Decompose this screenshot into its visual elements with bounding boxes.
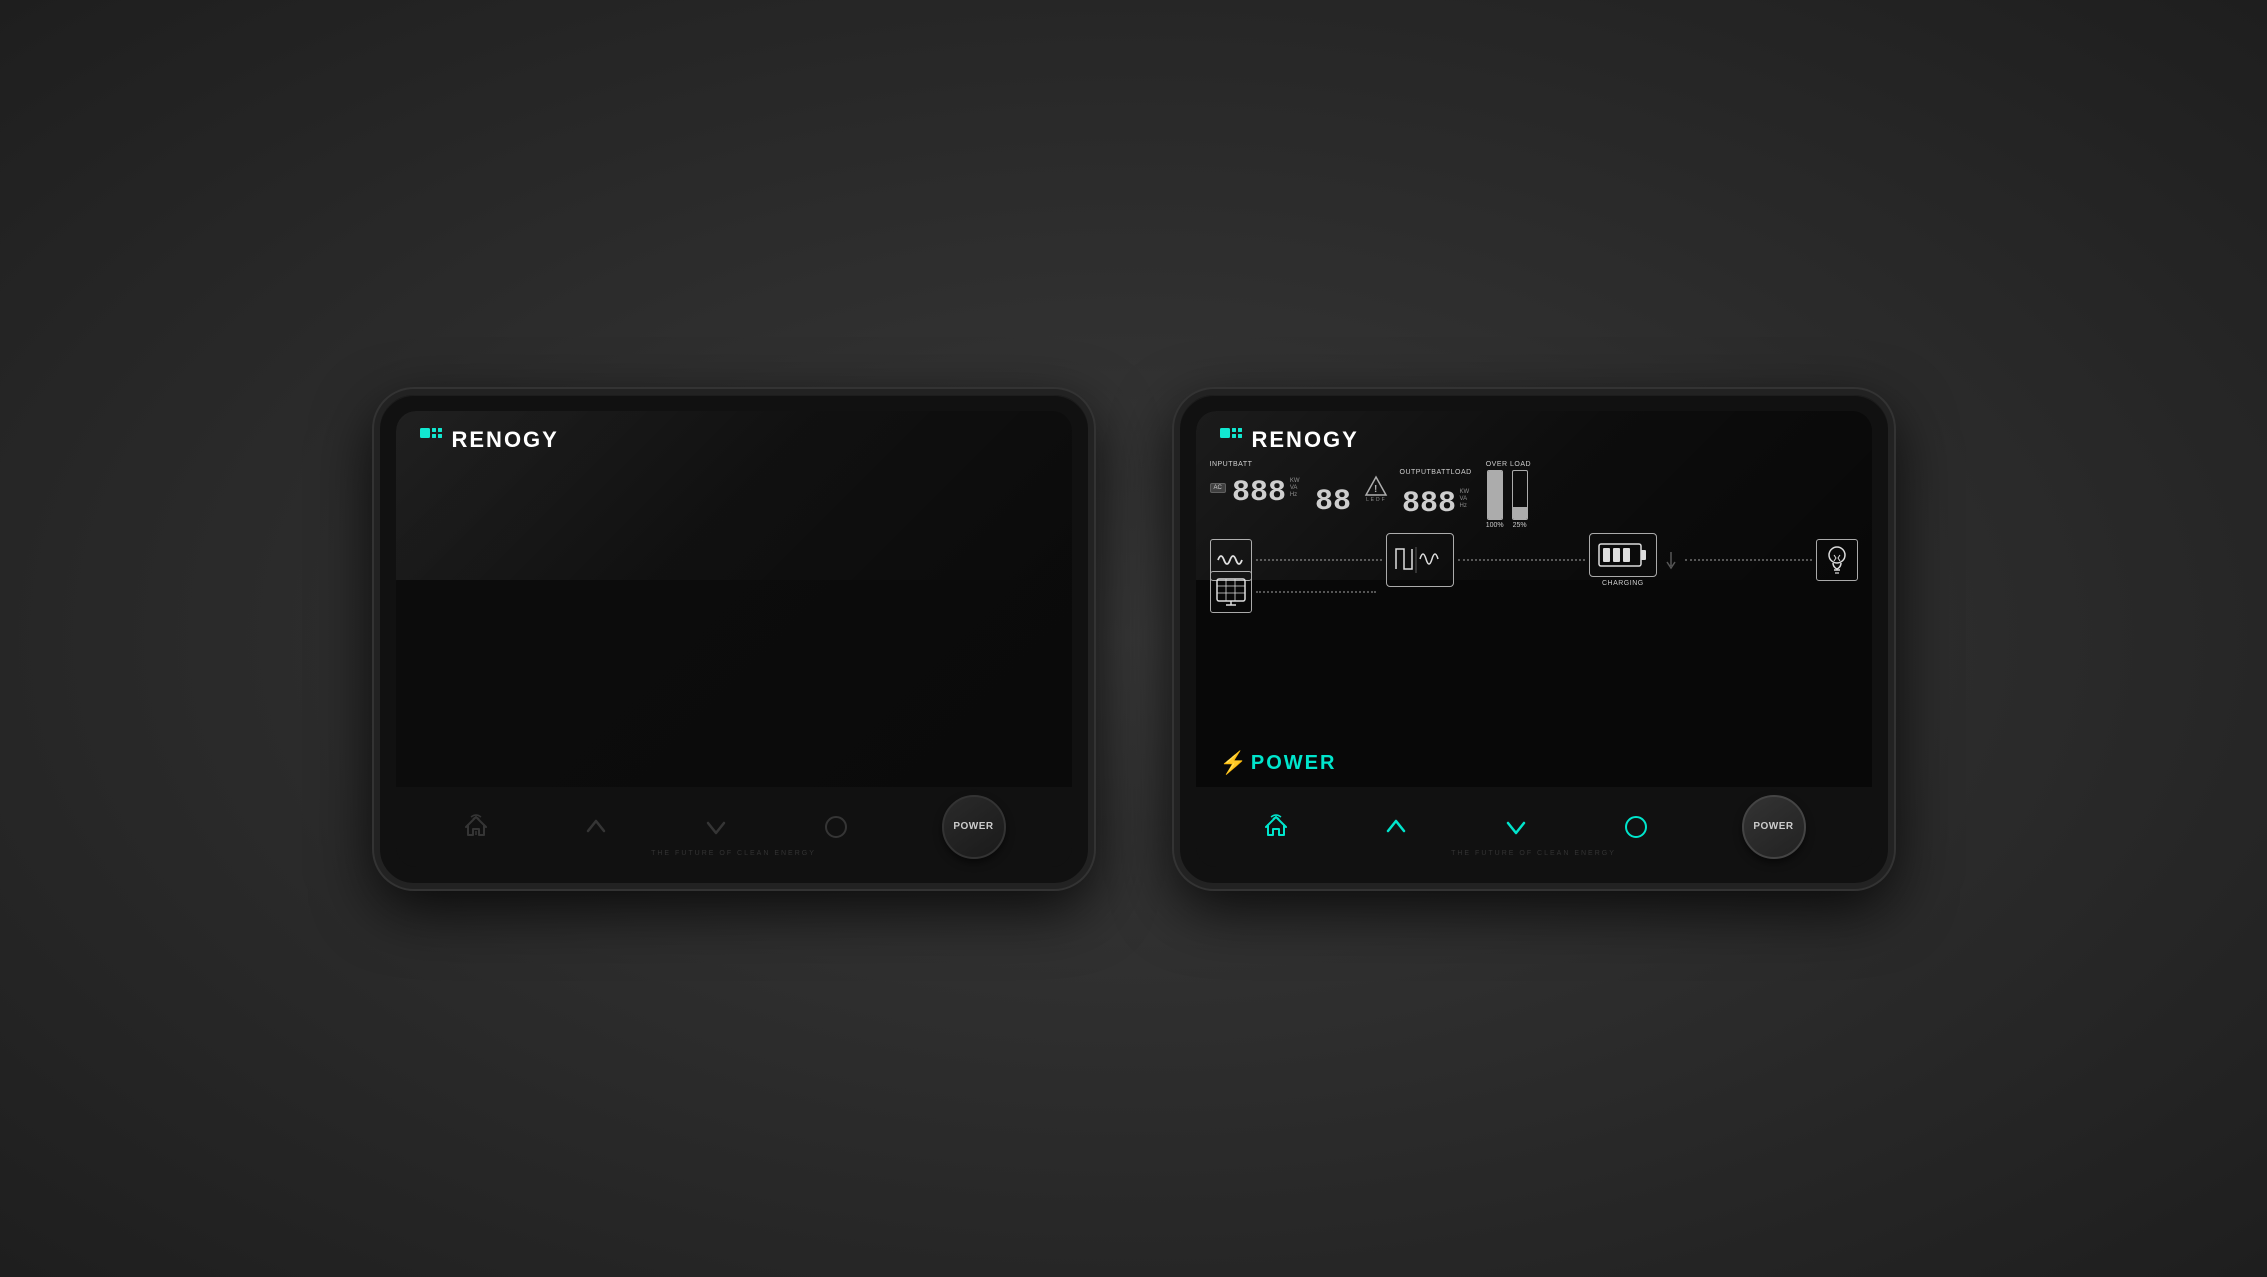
solar-icon	[1210, 571, 1252, 613]
inverter-svg	[1394, 541, 1446, 579]
overload-label: OVER LOAD	[1486, 461, 1531, 468]
logo-text-on: RENOGY	[1252, 427, 1359, 453]
solar-row	[1210, 563, 1858, 613]
warning-section: ! L E D F	[1364, 475, 1388, 503]
power-section: ⚡ POWER	[1220, 752, 1337, 775]
middle-digits-section: 88	[1314, 479, 1352, 515]
power-text: POWER	[1251, 752, 1337, 775]
overload-section: OVER LOAD 100%	[1486, 461, 1531, 529]
screen-on: RENOGY INPUTBATT AC	[1196, 411, 1872, 787]
flow-line-1	[1256, 559, 1383, 561]
svg-text:888: 888	[1232, 476, 1286, 506]
flow-arrow	[1665, 550, 1677, 570]
output-digits: 888	[1400, 481, 1456, 517]
flow-vertical	[1665, 550, 1677, 570]
power-bolt-icon: ⚡	[1220, 752, 1247, 774]
battery-icon	[1589, 533, 1657, 577]
bulb-svg	[1824, 544, 1850, 576]
device-on: RENOGY INPUTBATT AC	[1174, 389, 1894, 889]
svg-text:!: !	[1374, 484, 1377, 495]
inverter-icon	[1386, 533, 1454, 587]
input-label: INPUTBATT	[1210, 461, 1253, 468]
flow-line-3	[1685, 559, 1812, 561]
display-content: INPUTBATT AC 888	[1196, 411, 1872, 787]
home-button-off[interactable]	[462, 813, 490, 841]
power-button-label-off: POWER	[953, 821, 993, 832]
device-off: RENOGY	[374, 389, 1094, 889]
svg-text:88: 88	[1315, 485, 1351, 515]
power-label: ⚡ POWER	[1220, 752, 1337, 775]
logo-area-off: RENOGY	[420, 427, 559, 453]
sine-wave-icon	[1216, 549, 1246, 571]
renogy-logo-icon-off	[420, 428, 444, 452]
devices-container: RENOGY	[374, 389, 1894, 889]
bar-25	[1512, 470, 1528, 520]
home-button-on[interactable]	[1262, 813, 1290, 841]
load-icon	[1816, 539, 1858, 581]
up-button-on[interactable]	[1382, 813, 1410, 841]
percent-25: 25%	[1513, 522, 1527, 529]
middle-digits: 88	[1314, 479, 1352, 515]
charging-label: CHARGING	[1602, 580, 1644, 587]
battery-section: CHARGING	[1589, 533, 1657, 587]
ac-badge: AC	[1210, 483, 1226, 493]
solar-flow-line	[1256, 591, 1376, 593]
input-digits: 888	[1230, 470, 1286, 506]
menu-button-off[interactable]	[822, 813, 850, 841]
logo-text-off: RENOGY	[452, 427, 559, 453]
input-section: INPUTBATT AC 888	[1210, 461, 1300, 506]
power-button-label-on: POWER	[1753, 821, 1793, 832]
logo-area-on: RENOGY	[1220, 427, 1359, 453]
warning-icon: !	[1364, 475, 1388, 497]
menu-button-on[interactable]	[1622, 813, 1650, 841]
down-button-off[interactable]	[702, 813, 730, 841]
renogy-logo-icon-on	[1220, 428, 1244, 452]
percent-100: 100%	[1486, 522, 1504, 529]
tagline-on: THE FUTURE OF CLEAN ENERGY	[1451, 850, 1616, 857]
up-button-off[interactable]	[582, 813, 610, 841]
screen-off: RENOGY	[396, 411, 1072, 787]
output-label: OUTPUTBATTLOAD	[1400, 469, 1472, 476]
output-section: OUTPUTBATTLOAD 888 KW VA Hz	[1400, 461, 1472, 517]
svg-text:888: 888	[1402, 487, 1456, 517]
down-button-on[interactable]	[1502, 813, 1530, 841]
solar-panel-svg	[1216, 578, 1246, 606]
bar-100	[1487, 470, 1503, 520]
tagline-off: THE FUTURE OF CLEAN ENERGY	[651, 850, 816, 857]
battery-svg	[1597, 540, 1649, 570]
power-button-on[interactable]: POWER	[1742, 795, 1806, 859]
power-button-off[interactable]: POWER	[942, 795, 1006, 859]
flow-line-2	[1458, 559, 1585, 561]
